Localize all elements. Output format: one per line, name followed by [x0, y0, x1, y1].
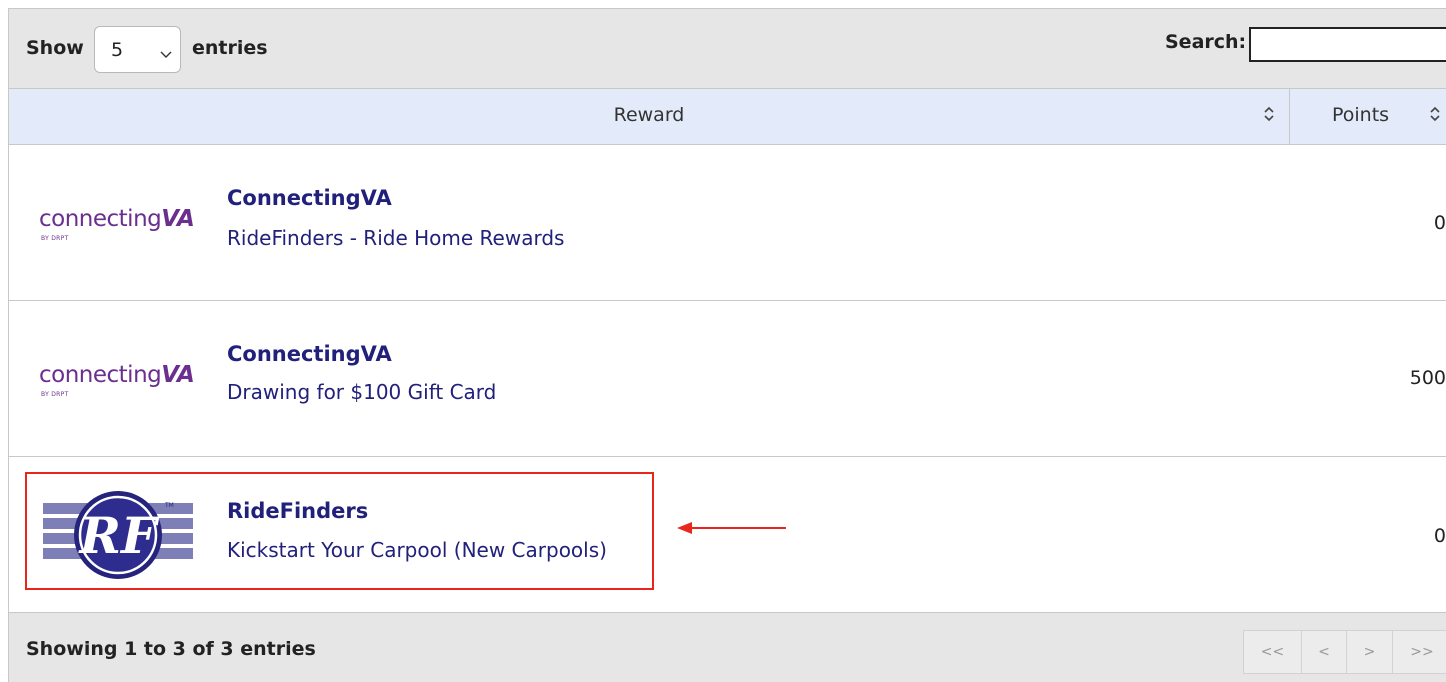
reward-title[interactable]: ConnectingVA [227, 342, 392, 366]
reward-points: 500 [1409, 367, 1446, 389]
reward-points: 0 [1433, 525, 1446, 547]
sort-icon [1429, 105, 1441, 127]
logo-text: connecting [39, 362, 162, 388]
last-page-button[interactable]: >> [1392, 630, 1446, 674]
entries-info: Showing 1 to 3 of 3 entries [26, 638, 316, 660]
table-row[interactable]: connectingVA BY DRPT ConnectingVA RideFi… [8, 145, 1446, 301]
reward-title[interactable]: ConnectingVA [227, 186, 392, 210]
column-header-reward[interactable]: Reward [9, 89, 1289, 145]
datatable-footer: Showing 1 to 3 of 3 entries << < > >> [8, 613, 1446, 682]
entries-per-page-value: 5 [111, 39, 124, 61]
entries-label: entries [192, 37, 268, 59]
table-row[interactable]: connectingVA BY DRPT ConnectingVA Drawin… [8, 301, 1446, 457]
next-page-button[interactable]: > [1346, 630, 1393, 674]
reward-description[interactable]: Drawing for $100 Gift Card [227, 380, 496, 404]
chevron-down-icon [160, 44, 172, 63]
logo-text: connecting [39, 206, 162, 232]
entries-per-page-select[interactable]: 5 [94, 26, 181, 73]
pagination: << < > >> [1243, 630, 1446, 674]
first-page-button[interactable]: << [1243, 630, 1302, 674]
logo-sub: BY DRPT [41, 391, 69, 398]
logo-text-bold: VA [161, 206, 195, 232]
column-header-points[interactable]: Points [1290, 89, 1446, 145]
datatable-toolbar: Show 5 entries Search: [8, 8, 1446, 89]
arrow-left-icon [676, 519, 788, 541]
reward-points: 0 [1433, 212, 1446, 234]
column-header-reward-label: Reward [613, 104, 685, 126]
highlight-box [25, 472, 654, 590]
search-label: Search: [1165, 31, 1247, 53]
logo-text-bold: VA [161, 362, 195, 388]
table-header: Reward Points [8, 89, 1446, 145]
connectingva-logo: connectingVA [39, 362, 195, 388]
logo-sub: BY DRPT [41, 235, 69, 242]
sort-icon [1263, 105, 1275, 127]
show-label: Show [26, 37, 84, 59]
connectingva-logo: connectingVA [39, 206, 195, 232]
column-header-points-label: Points [1332, 104, 1390, 126]
reward-description[interactable]: RideFinders - Ride Home Rewards [227, 226, 564, 250]
previous-page-button[interactable]: < [1301, 630, 1347, 674]
search-input[interactable] [1249, 27, 1446, 62]
